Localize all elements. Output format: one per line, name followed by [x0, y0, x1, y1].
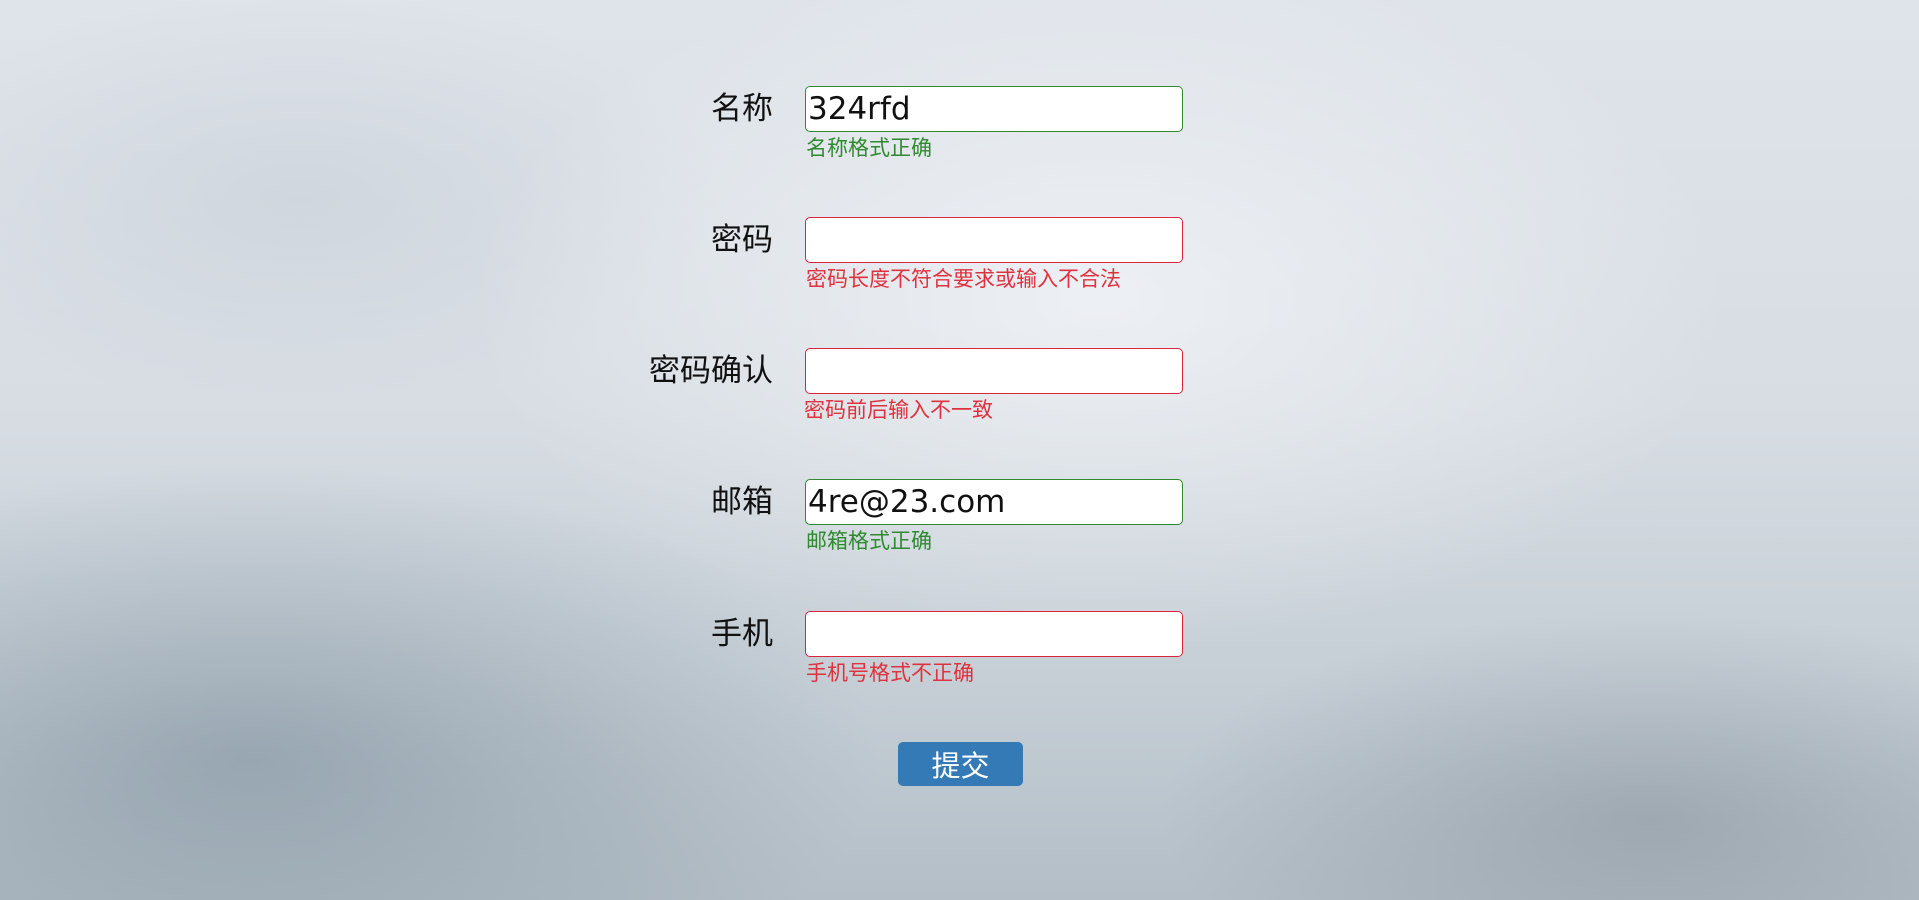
email-validation-message: 邮箱格式正确 — [806, 529, 932, 553]
phone-input[interactable] — [805, 611, 1183, 657]
name-row: 名称 名称格式正确 — [0, 86, 1919, 186]
password-confirm-input[interactable] — [805, 348, 1183, 394]
password-confirm-validation-message: 密码前后输入不一致 — [804, 398, 993, 422]
phone-validation-message: 手机号格式不正确 — [806, 661, 974, 685]
phone-row: 手机 手机号格式不正确 — [0, 611, 1919, 711]
name-label: 名称 — [711, 91, 773, 127]
submit-button[interactable]: 提交 — [898, 742, 1023, 786]
name-input[interactable] — [805, 86, 1183, 132]
password-validation-message: 密码长度不符合要求或输入不合法 — [806, 267, 1121, 291]
email-label: 邮箱 — [711, 484, 773, 520]
password-input[interactable] — [805, 217, 1183, 263]
password-label: 密码 — [711, 222, 773, 258]
email-row: 邮箱 邮箱格式正确 — [0, 479, 1919, 579]
password-row: 密码 密码长度不符合要求或输入不合法 — [0, 217, 1919, 317]
password-confirm-row: 密码确认 密码前后输入不一致 — [0, 348, 1919, 448]
phone-label: 手机 — [711, 616, 773, 652]
password-confirm-label: 密码确认 — [649, 353, 773, 389]
registration-form: 名称 名称格式正确 密码 密码长度不符合要求或输入不合法 密码确认 密码前后输入… — [0, 0, 1919, 900]
name-validation-message: 名称格式正确 — [806, 136, 932, 160]
email-input[interactable] — [805, 479, 1183, 525]
